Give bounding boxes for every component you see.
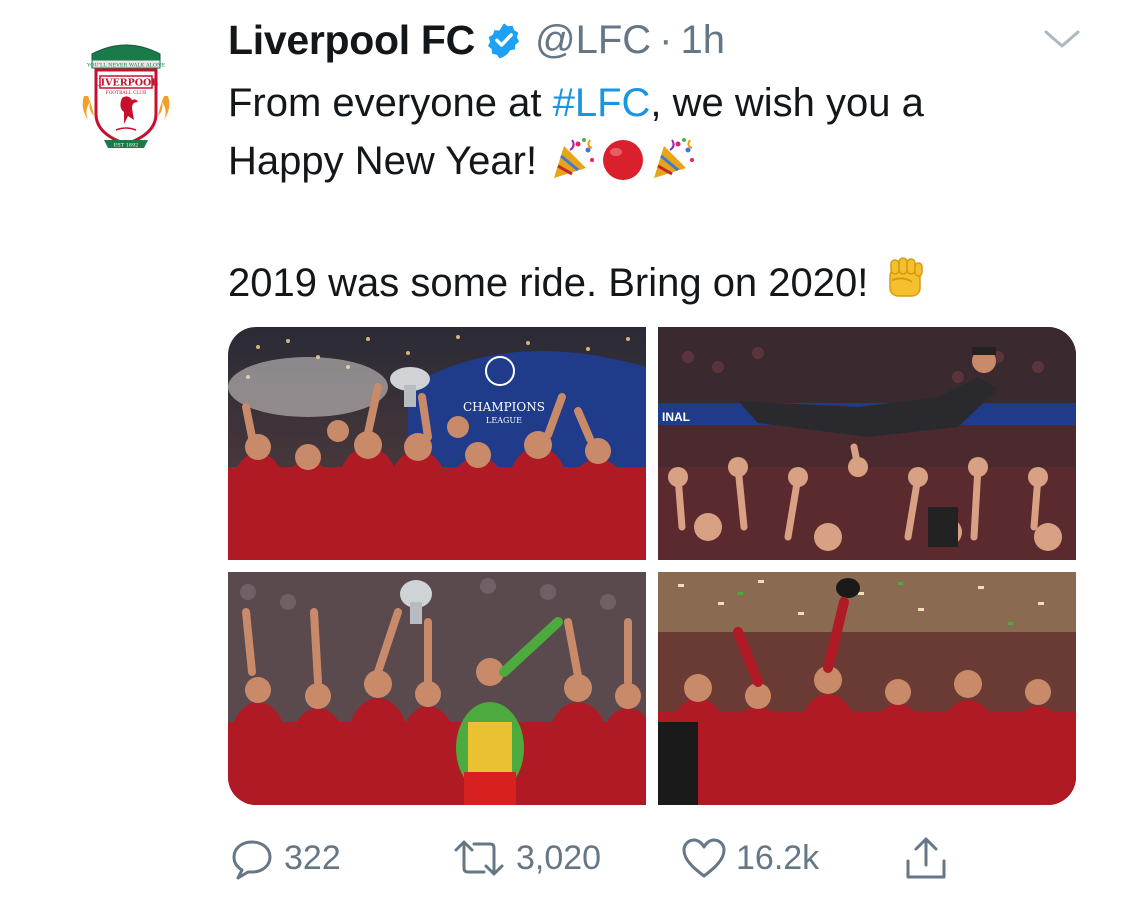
media-photo-4[interactable] [658, 572, 1076, 805]
avatar[interactable]: YOU'LL NEVER WALK ALONE LIVERPOOL FOOTBA… [78, 36, 174, 156]
party-popper-icon [550, 136, 596, 198]
tweet-line-1: From everyone at #LFC, we wish you a [228, 81, 924, 125]
share-button[interactable] [902, 830, 950, 886]
heart-icon [680, 834, 728, 882]
tweet-line-3: 2019 was some ride. Bring on 2020! [228, 254, 1088, 320]
tweet-timestamp[interactable]: 1h [680, 18, 725, 63]
media-photo-2[interactable]: INAL [658, 327, 1076, 560]
reply-button[interactable]: 322 [228, 830, 341, 886]
retweet-icon [450, 834, 508, 882]
share-icon [902, 833, 950, 883]
media-grid: CHAMPIONS LEAGUE INAL [228, 327, 1076, 805]
author-name[interactable]: Liverpool FC [228, 17, 475, 64]
hashtag-link[interactable]: #LFC [553, 81, 651, 125]
raised-fist-icon [882, 254, 928, 320]
retweet-button[interactable]: 3,020 [450, 830, 601, 886]
media-photo-1[interactable]: CHAMPIONS LEAGUE [228, 327, 646, 560]
svg-text:FOOTBALL CLUB: FOOTBALL CLUB [106, 90, 147, 96]
like-count: 16.2k [736, 838, 820, 877]
svg-text:CHAMPIONS: CHAMPIONS [463, 400, 545, 414]
reply-icon [228, 834, 276, 882]
svg-text:INAL: INAL [662, 410, 690, 424]
like-button[interactable]: 16.2k [680, 830, 819, 886]
red-circle-icon [600, 136, 646, 198]
svg-text:YOU'LL NEVER WALK ALONE: YOU'LL NEVER WALK ALONE [86, 63, 165, 69]
author-handle[interactable]: @LFC [535, 18, 651, 63]
party-popper-icon [650, 136, 696, 198]
liverpool-crest-logo: YOU'LL NEVER WALK ALONE LIVERPOOL FOOTBA… [82, 44, 170, 149]
tweet-actions: 322 3,020 16.2k [228, 830, 988, 886]
svg-text:EST 1892: EST 1892 [114, 143, 139, 149]
svg-text:LIVERPOOL: LIVERPOOL [94, 78, 158, 89]
svg-text:LEAGUE: LEAGUE [486, 416, 522, 425]
tweet-text: From everyone at #LFC, we wish you a Hap… [228, 74, 1088, 320]
reply-count: 322 [284, 838, 341, 877]
chevron-down-icon[interactable] [1040, 24, 1084, 56]
tweet-header: Liverpool FC @LFC · 1h [228, 14, 725, 66]
media-photo-3[interactable] [228, 572, 646, 805]
separator-dot: · [659, 17, 673, 62]
verified-badge-icon [485, 21, 523, 59]
tweet-line-2: Happy New Year! [228, 132, 1088, 198]
retweet-count: 3,020 [516, 838, 602, 877]
